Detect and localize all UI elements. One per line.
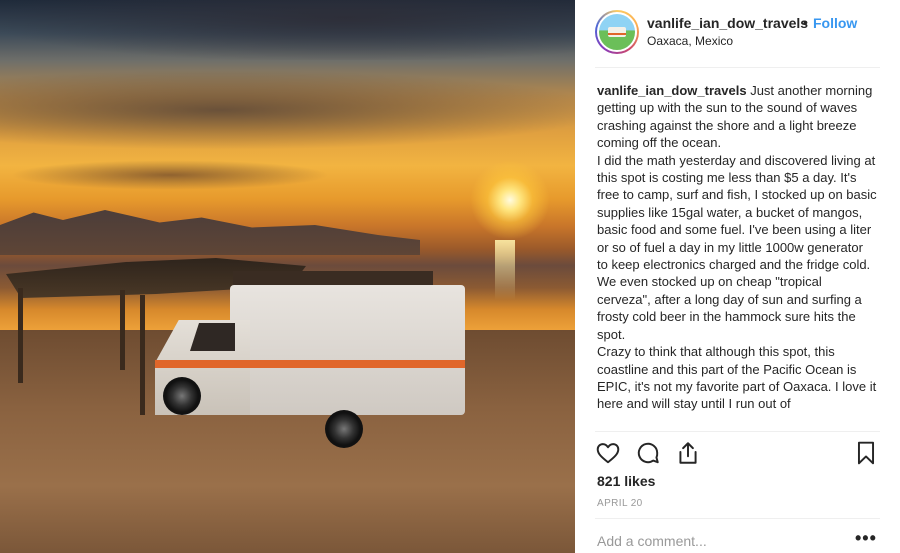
more-options-icon[interactable]: ••• (855, 528, 877, 549)
photo-clouds-low (10, 160, 330, 190)
photo-palapa-post (140, 295, 145, 415)
follow-button[interactable]: Follow (813, 15, 857, 31)
photo-clouds-mid (0, 70, 575, 150)
post-photo[interactable] (0, 0, 575, 553)
actions-divider (595, 431, 880, 432)
photo-sun (470, 160, 550, 240)
bookmark-icon[interactable] (853, 440, 879, 466)
avatar-story-ring[interactable] (595, 10, 639, 54)
caption-paragraph: Crazy to think that although this spot, … (597, 344, 877, 412)
comment-icon[interactable] (635, 440, 661, 466)
photo-clouds-top (0, 0, 575, 60)
post-details-panel: vanlife_ian_dow_travels • Follow Oaxaca,… (575, 0, 900, 553)
photo-sun-reflection (495, 240, 515, 300)
van-stripe (155, 360, 465, 368)
van-wheel (163, 377, 201, 415)
caption-paragraph: I did the math yesterday and discovered … (597, 152, 877, 342)
share-icon[interactable] (675, 440, 701, 466)
van-box (230, 285, 465, 415)
likes-count[interactable]: 821 likes (597, 473, 655, 489)
post-username[interactable]: vanlife_ian_dow_travels (647, 15, 808, 31)
post-date[interactable]: APRIL 20 (597, 498, 643, 509)
caption-username[interactable]: vanlife_ian_dow_travels (597, 83, 747, 98)
comment-input[interactable] (595, 530, 839, 552)
avatar-van-graphic (608, 27, 626, 37)
header-divider (595, 67, 880, 68)
post-header: vanlife_ian_dow_travels • Follow Oaxaca,… (575, 0, 900, 68)
photo-palapa-post (18, 288, 23, 383)
photo-mountains (0, 210, 420, 255)
photo-palapa-post (120, 290, 125, 370)
post-location[interactable]: Oaxaca, Mexico (647, 34, 733, 48)
avatar[interactable] (597, 12, 637, 52)
photo-van (155, 271, 470, 448)
heart-icon[interactable] (595, 440, 621, 466)
caption-paragraph: vanlife_ian_dow_travels Just another mor… (597, 82, 877, 152)
post-actions (595, 440, 880, 468)
header-separator: • (803, 14, 808, 30)
comment-divider (595, 518, 880, 519)
van-wheel (325, 410, 363, 448)
post-caption: vanlife_ian_dow_travels Just another mor… (597, 82, 877, 430)
